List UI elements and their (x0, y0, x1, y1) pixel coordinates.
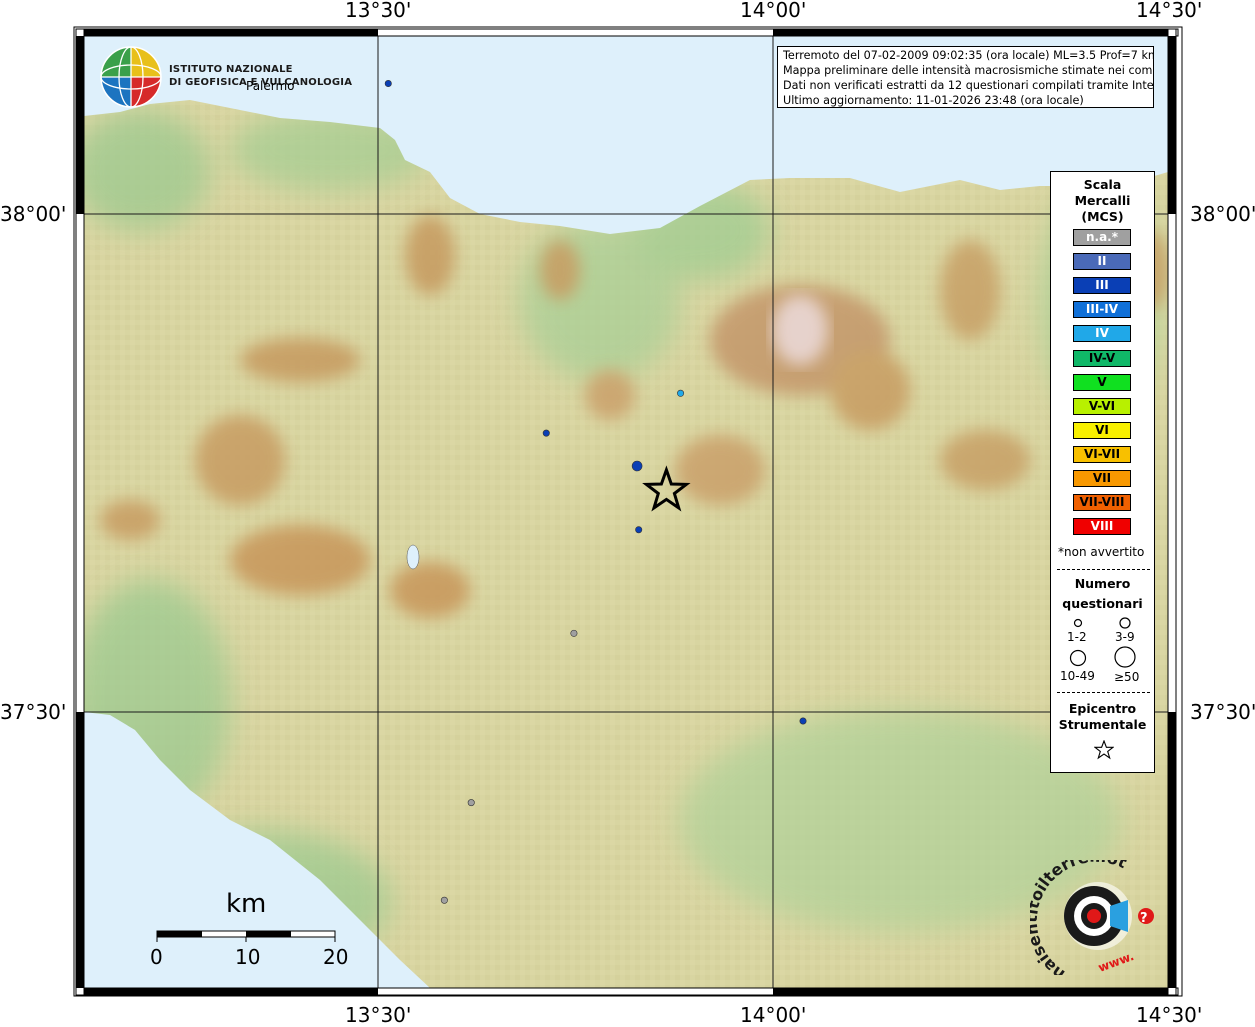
place-label-palermo: Palermo (246, 79, 295, 93)
terrain-layer (84, 36, 1168, 988)
legend-size-label-3: 10-49 (1060, 669, 1095, 683)
left-lat-label-1: 38°00' (0, 202, 67, 226)
legend-separator-2 (1057, 692, 1150, 693)
legend-size-label-4: ≥50 (1114, 670, 1140, 684)
haisentito-logo-lettering: haisentitoilterremoto.it www. ? (1030, 860, 1148, 975)
legend-questionnaire-title: Numero questionari (1051, 574, 1154, 614)
legend-title: Scala Mercalli (MCS) (1051, 177, 1154, 225)
observation-point (384, 80, 392, 88)
bottom-lon-label-3: 14°30' (1136, 1003, 1203, 1027)
legend-swatch-v-vi: V-VI (1073, 397, 1131, 415)
legend-swatch-vi: VI (1073, 421, 1131, 439)
legend-swatch-iii: III (1073, 277, 1131, 295)
right-lat-label-2: 37°30' (1190, 700, 1255, 724)
scale-tick-10: 10 (235, 945, 261, 969)
lake (406, 544, 420, 570)
observation-point (631, 460, 643, 472)
size-circle-10-49 (1069, 649, 1087, 667)
legend-swatch-vii-viii: VII-VIII (1073, 494, 1131, 512)
legend-swatch-v: V (1073, 373, 1131, 391)
size-circle-3-9 (1119, 617, 1131, 629)
scale-tick-0: 0 (150, 945, 163, 969)
observation-point (467, 799, 475, 807)
legend-swatch-ii: II (1073, 253, 1131, 271)
legend-epi-line-1: Epicentro (1068, 701, 1137, 716)
legend-title-line-1: Scala (1083, 177, 1122, 192)
size-circle-1-2 (1073, 618, 1083, 628)
institute-line-1: ISTITUTO NAZIONALE (169, 64, 293, 75)
legend-swatch-vi-vii: VI-VII (1073, 445, 1131, 463)
legend-size-label-1: 1-2 (1067, 630, 1087, 644)
observation-point (635, 526, 643, 534)
legend-title-line-3: (MCS) (1081, 209, 1124, 224)
legend-swatch-n-a: n.a.* (1073, 229, 1131, 246)
event-info-line-3: Dati non verificati estratti da 12 quest… (783, 79, 1153, 92)
legend-q-title-line-2: questionari (1062, 596, 1143, 611)
legend-title-line-2: Mercalli (1074, 193, 1131, 208)
legend-swatch-vii: VII (1073, 470, 1131, 487)
right-lat-label-1: 38°00' (1190, 202, 1255, 226)
peak-shading (772, 295, 828, 365)
legend-swatch-viii: VIII (1073, 518, 1131, 536)
bottom-lon-label-1: 13°30' (345, 1003, 412, 1027)
legend-q-title-line-1: Numero (1074, 576, 1131, 591)
legend-star-icon (1094, 740, 1114, 760)
top-lon-label-3: 14°30' (1136, 0, 1203, 22)
legend-swatch-iv: IV (1073, 325, 1131, 343)
observation-point (799, 717, 807, 725)
svg-text:www.: www. (1096, 949, 1136, 975)
observation-point (440, 896, 448, 904)
bottom-lon-label-2: 14°00' (740, 1003, 807, 1027)
event-info-line-1: Terremoto del 07-02-2009 09:02:35 (ora l… (783, 49, 1153, 62)
legend: Scala Mercalli (MCS) n.a.* II III III-IV IV I… (1050, 171, 1155, 773)
legend-epi-line-2: Strumentale (1058, 717, 1147, 732)
size-circle-50 (1114, 646, 1136, 668)
ingv-logo-icon (100, 46, 162, 108)
observation-point (570, 629, 578, 637)
top-lon-label-2: 14°00' (740, 0, 807, 22)
event-info-line-2: Mappa preliminare delle intensità macros… (783, 64, 1153, 77)
top-lon-label-1: 13°30' (345, 0, 412, 22)
observation-point (677, 389, 685, 397)
legend-separator-1 (1057, 569, 1150, 570)
observation-point (542, 429, 550, 437)
legend-na-note: *non avvertito (1058, 545, 1145, 559)
event-info-box: Terremoto del 07-02-2009 09:02:35 (ora l… (777, 46, 1154, 108)
left-lat-label-2: 37°30' (0, 700, 67, 724)
scale-tick-20: 20 (323, 945, 349, 969)
svg-text:?: ? (1140, 911, 1148, 926)
legend-size-label-2: 3-9 (1115, 630, 1135, 644)
legend-epicenter-title: Epicentro Strumentale (1051, 701, 1154, 733)
legend-swatch-iii-iv: III-IV (1073, 301, 1131, 319)
legend-swatch-iv-v: IV-V (1073, 349, 1131, 367)
scale-unit: km (226, 889, 267, 919)
event-info-line-4: Ultimo aggiornamento: 11-01-2026 23:48 (… (783, 94, 1084, 107)
